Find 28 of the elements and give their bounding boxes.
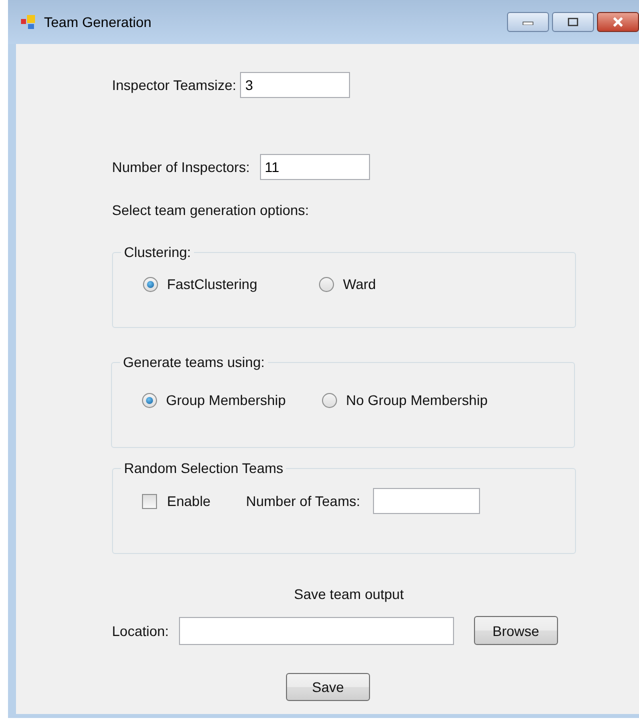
radio-option[interactable]: Group Membership [142,392,322,408]
input-field[interactable]: 11 [260,154,370,180]
field-label: Inspector Teamsize: [112,77,236,93]
radio-option[interactable]: Ward [319,276,376,292]
group-title: Clustering: [123,244,192,260]
radio-option[interactable]: FastClustering [143,276,319,292]
checkbox-option[interactable]: Enable [142,493,246,509]
minimize-button[interactable] [507,12,549,32]
field-label: Location: [112,622,169,638]
browse-button[interactable]: Browse [474,616,558,645]
group-title: Random Selection Teams [123,460,284,476]
field-label: Number of Teams: [246,493,360,509]
maximize-icon [567,17,579,27]
input-field[interactable] [373,488,480,514]
minimize-icon [522,19,534,25]
section-heading: Select team generation options: [112,202,310,218]
maximize-button[interactable] [552,12,594,32]
radio-option[interactable]: No Group Membership [322,392,488,408]
close-icon [611,17,625,27]
app-icon [20,14,36,30]
close-button[interactable] [597,12,639,32]
field-label: Number of Inspectors: [112,159,250,175]
save-button[interactable]: Save [286,673,370,701]
input-field[interactable]: 3 [240,72,350,98]
input-field[interactable] [178,616,454,644]
window-title: Team Generation [44,14,152,30]
section-heading: Save team output [294,586,405,602]
group-title: Generate teams using: [122,354,266,370]
